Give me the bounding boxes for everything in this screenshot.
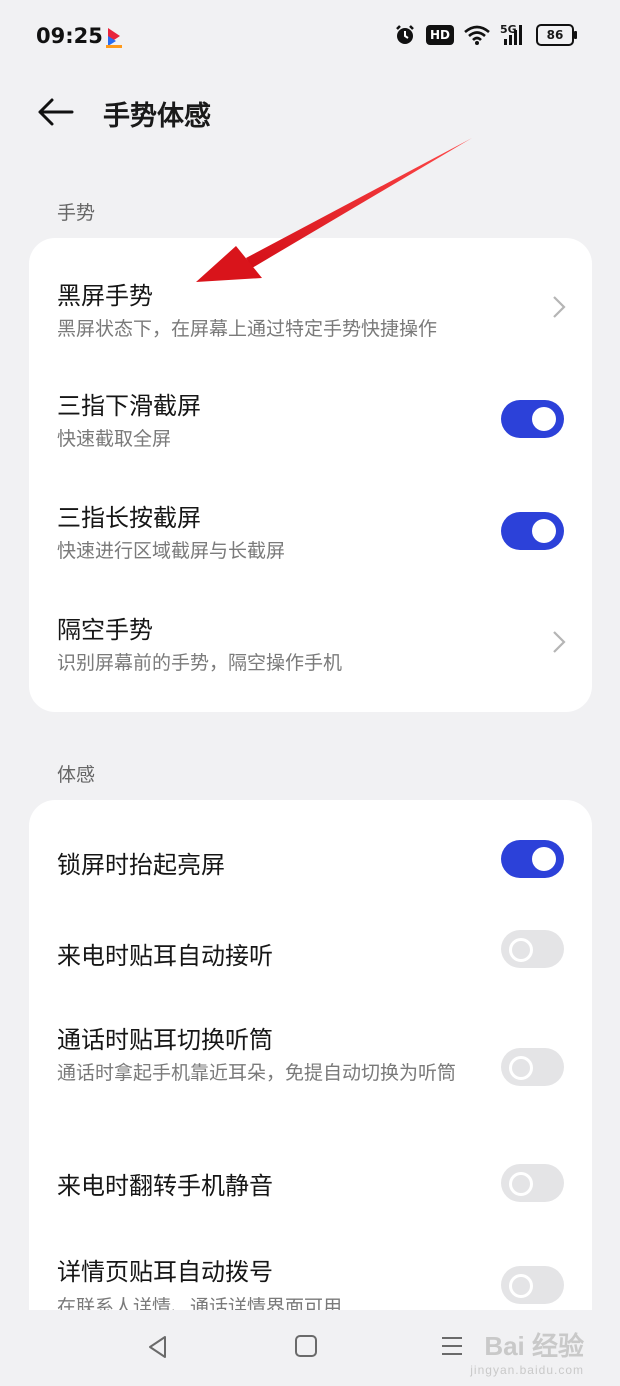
signal-icon: 5G [500,24,526,46]
setting-row-flip-to-mute[interactable]: 来电时翻转手机静音 [29,1162,592,1252]
section-label-gestures: 手势 [57,202,96,224]
chevron-right-icon [553,296,566,318]
row-title: 来电时翻转手机静音 [57,1172,273,1200]
toggle-switch[interactable] [501,1164,564,1202]
section-label-motion: 体感 [57,764,96,786]
home-square-icon[interactable] [294,1334,318,1358]
page-title: 手势体感 [103,101,211,132]
row-title: 三指下滑截屏 [57,392,201,420]
row-subtitle: 黑屏状态下，在屏幕上通过特定手势快捷操作 [57,318,438,340]
back-triangle-icon[interactable] [146,1334,168,1360]
toggle-knob [509,1172,533,1196]
row-subtitle: 快速截取全屏 [57,428,172,450]
toggle-switch[interactable] [501,840,564,878]
toggle-switch[interactable] [501,400,564,438]
toggle-knob [532,407,556,431]
arrow-left-icon[interactable] [36,96,76,128]
toggle-switch[interactable] [501,930,564,968]
toggle-switch[interactable] [501,1266,564,1304]
alarm-icon [396,25,414,44]
toggle-switch[interactable] [501,512,564,550]
toggle-switch[interactable] [501,1048,564,1086]
row-subtitle: 识别屏幕前的手势，隔空操作手机 [57,652,343,674]
setting-row-switch-earpiece[interactable]: 通话时贴耳切换听筒 通话时拿起手机靠近耳朵，免提自动切换为听筒 [29,1012,592,1162]
app-header: 手势体感 [0,84,620,140]
toggle-knob [509,1274,533,1298]
status-bar: 09:25 HD 5G 86 [0,0,620,76]
row-title: 详情页贴耳自动拨号 [57,1258,273,1286]
battery-icon: 86 [536,24,577,46]
setting-row-three-finger-swipe[interactable]: 三指下滑截屏 快速截取全屏 [29,350,592,462]
setting-row-auto-answer[interactable]: 来电时贴耳自动接听 [29,918,592,1012]
card-motion: 锁屏时抬起亮屏 来电时贴耳自动接听 通话时贴耳切换听筒 通话时拿起手机靠近耳朵，… [29,800,592,1360]
status-icons: HD 5G 86 [394,24,577,46]
card-gestures: 黑屏手势 黑屏状态下，在屏幕上通过特定手势快捷操作 三指下滑截屏 快速截取全屏 … [29,238,592,712]
app-logo-icon [106,28,122,48]
status-time: 09:25 [36,24,103,48]
setting-row-air-gesture[interactable]: 隔空手势 识别屏幕前的手势，隔空操作手机 [29,574,592,712]
watermark: Bai 经验 jingyan.baidu.com [470,1326,584,1377]
toggle-knob [532,847,556,871]
hd-icon: HD [425,25,454,45]
setting-row-raise-to-wake[interactable]: 锁屏时抬起亮屏 [29,800,592,918]
toggle-knob [509,1056,533,1080]
row-title: 三指长按截屏 [57,504,201,532]
setting-row-three-finger-press[interactable]: 三指长按截屏 快速进行区域截屏与长截屏 [29,462,592,574]
watermark-sub: jingyan.baidu.com [470,1363,584,1377]
wifi-icon [464,25,490,45]
navigation-bar: Bai 经验 jingyan.baidu.com [0,1310,620,1386]
watermark-main: Bai 经验 [484,1331,584,1361]
toggle-knob [532,519,556,543]
row-title: 黑屏手势 [57,282,153,310]
row-title: 来电时贴耳自动接听 [57,942,273,970]
row-title: 通话时贴耳切换听筒 [57,1026,273,1054]
row-title: 隔空手势 [57,616,153,644]
menu-lines-icon[interactable] [440,1334,464,1358]
setting-row-black-screen-gesture[interactable]: 黑屏手势 黑屏状态下，在屏幕上通过特定手势快捷操作 [29,238,592,350]
chevron-right-icon [553,631,566,653]
row-subtitle: 快速进行区域截屏与长截屏 [57,540,286,562]
row-title: 锁屏时抬起亮屏 [57,851,225,879]
toggle-knob [509,938,533,962]
row-subtitle: 通话时拿起手机靠近耳朵，免提自动切换为听筒 [57,1062,457,1084]
